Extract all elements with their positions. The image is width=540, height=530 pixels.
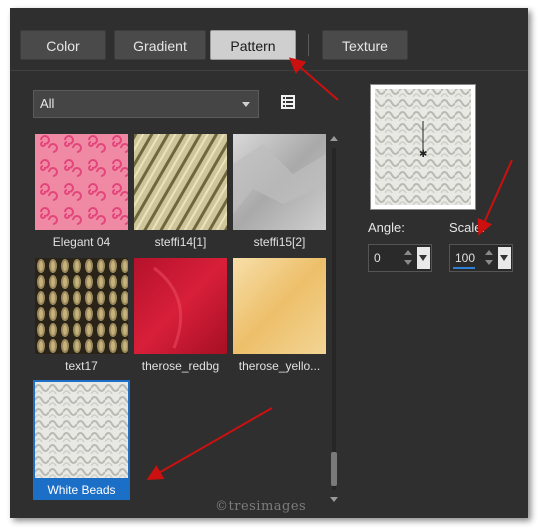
scroll-up-icon[interactable] <box>330 136 338 141</box>
header-divider <box>10 70 528 71</box>
scale-dropdown-button[interactable] <box>498 247 511 269</box>
pattern-label: Elegant 04 <box>52 235 111 249</box>
pattern-grid: Elegant 04 steffi14[1] steffi15[2] text1… <box>33 132 331 507</box>
pattern-preview[interactable]: ✱ <box>370 84 476 210</box>
scale-label: Scale: <box>449 220 486 235</box>
preview-center-icon: ✱ <box>419 149 427 160</box>
pattern-thumbnail <box>35 258 128 354</box>
pattern-label: text17 <box>65 359 98 373</box>
spinner-down-icon[interactable] <box>485 260 493 265</box>
pattern-label: steffi15[2] <box>253 235 306 249</box>
pattern-label: White Beads <box>47 483 116 497</box>
pattern-item-therose-yellow[interactable]: therose_yello... <box>231 256 328 376</box>
pattern-thumbnail <box>233 258 326 354</box>
angle-value[interactable]: 0 <box>374 251 381 265</box>
pattern-thumbnail <box>134 134 227 230</box>
tab-gradient[interactable]: Gradient <box>114 30 206 60</box>
scale-value[interactable]: 100 <box>455 251 475 265</box>
pattern-label: steffi14[1] <box>154 235 207 249</box>
pattern-label: therose_yello... <box>238 359 321 373</box>
pattern-scrollbar[interactable] <box>328 134 340 504</box>
scroll-thumb[interactable] <box>331 452 337 486</box>
watermark: ©tresimages <box>215 499 307 514</box>
pattern-item-elegant-04[interactable]: Elegant 04 <box>33 132 130 252</box>
material-properties-panel: Color Gradient Pattern Texture All Elega… <box>10 8 528 518</box>
scale-spinner[interactable]: 100 <box>449 244 513 272</box>
pattern-item-text17[interactable]: text17 <box>33 256 130 376</box>
pattern-thumbnail <box>233 134 326 230</box>
tab-separator <box>308 34 309 56</box>
pattern-thumbnail <box>35 134 128 230</box>
pattern-thumbnail <box>35 382 128 478</box>
category-dropdown-value: All <box>40 96 55 111</box>
dropdown-caret-icon <box>242 102 250 107</box>
tab-bar: Color Gradient Pattern Texture <box>10 8 528 68</box>
scroll-track[interactable] <box>332 148 336 490</box>
list-view-icon[interactable] <box>280 94 296 110</box>
spinner-down-icon[interactable] <box>404 260 412 265</box>
pattern-item-steffi14[interactable]: steffi14[1] <box>132 132 229 252</box>
scale-focus-underline <box>453 267 475 269</box>
pattern-item-steffi15[interactable]: steffi15[2] <box>231 132 328 252</box>
pattern-thumbnail <box>134 258 227 354</box>
category-dropdown[interactable]: All <box>33 90 259 118</box>
pattern-item-white-beads[interactable]: White Beads <box>33 380 130 500</box>
spinner-up-icon[interactable] <box>404 250 412 255</box>
pattern-item-therose-redbg[interactable]: therose_redbg <box>132 256 229 376</box>
scroll-down-icon[interactable] <box>330 497 338 502</box>
pattern-label: therose_redbg <box>141 359 220 373</box>
tab-texture[interactable]: Texture <box>322 30 408 60</box>
angle-dropdown-button[interactable] <box>417 247 430 269</box>
angle-label: Angle: <box>368 220 405 235</box>
tab-pattern[interactable]: Pattern <box>210 30 296 60</box>
spinner-up-icon[interactable] <box>485 250 493 255</box>
angle-spinner[interactable]: 0 <box>368 244 432 272</box>
tab-color[interactable]: Color <box>20 30 106 60</box>
